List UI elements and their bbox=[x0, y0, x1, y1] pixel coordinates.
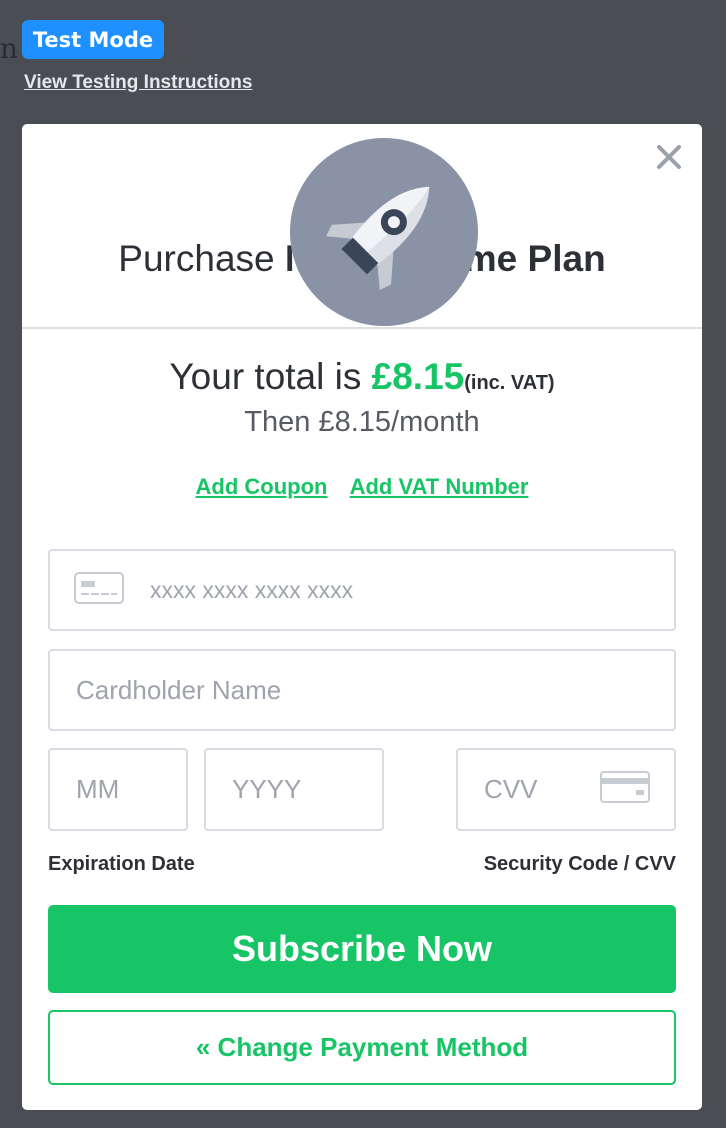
expiration-date-label: Expiration Date bbox=[48, 853, 195, 875]
card-number-field bbox=[48, 549, 676, 631]
total-prefix: Your total is bbox=[169, 356, 362, 397]
card-number-input[interactable] bbox=[150, 576, 674, 604]
security-code-label: Security Code / CVV bbox=[483, 853, 676, 875]
expiry-month-input[interactable] bbox=[50, 774, 186, 805]
cvv-input[interactable] bbox=[458, 774, 584, 805]
cvv-field bbox=[456, 748, 676, 831]
rocket-icon bbox=[290, 138, 478, 326]
recurring-price: Then £8.15/month bbox=[244, 406, 480, 438]
card-back-icon bbox=[600, 771, 650, 808]
cardholder-name-input[interactable] bbox=[50, 674, 674, 706]
cardholder-name-field bbox=[48, 649, 676, 731]
test-mode-badge: Test Mode bbox=[22, 20, 164, 59]
credit-card-icon bbox=[74, 571, 124, 609]
add-coupon-link[interactable]: Add Coupon bbox=[196, 474, 328, 499]
coupon-vat-links: Add Coupon Add VAT Number bbox=[22, 474, 702, 500]
view-testing-instructions-link[interactable]: View Testing Instructions bbox=[24, 72, 252, 94]
expiry-month-field bbox=[48, 748, 188, 831]
header-divider bbox=[22, 327, 702, 329]
expiry-year-field bbox=[204, 748, 384, 831]
checkout-modal: Purchase My Awesome Plan Your total is £… bbox=[22, 124, 702, 1110]
total-amount: £8.15 bbox=[371, 356, 465, 397]
total-line: Your total is £8.15(inc. VAT) bbox=[22, 356, 702, 398]
vat-note: (inc. VAT) bbox=[464, 372, 555, 394]
title-prefix: Purchase bbox=[118, 238, 275, 279]
add-vat-number-link[interactable]: Add VAT Number bbox=[350, 474, 529, 499]
expiry-year-input[interactable] bbox=[206, 774, 382, 805]
subscribe-now-button[interactable]: Subscribe Now bbox=[48, 905, 676, 993]
change-payment-method-button[interactable]: « Change Payment Method bbox=[48, 1010, 676, 1085]
close-icon[interactable] bbox=[652, 140, 686, 174]
